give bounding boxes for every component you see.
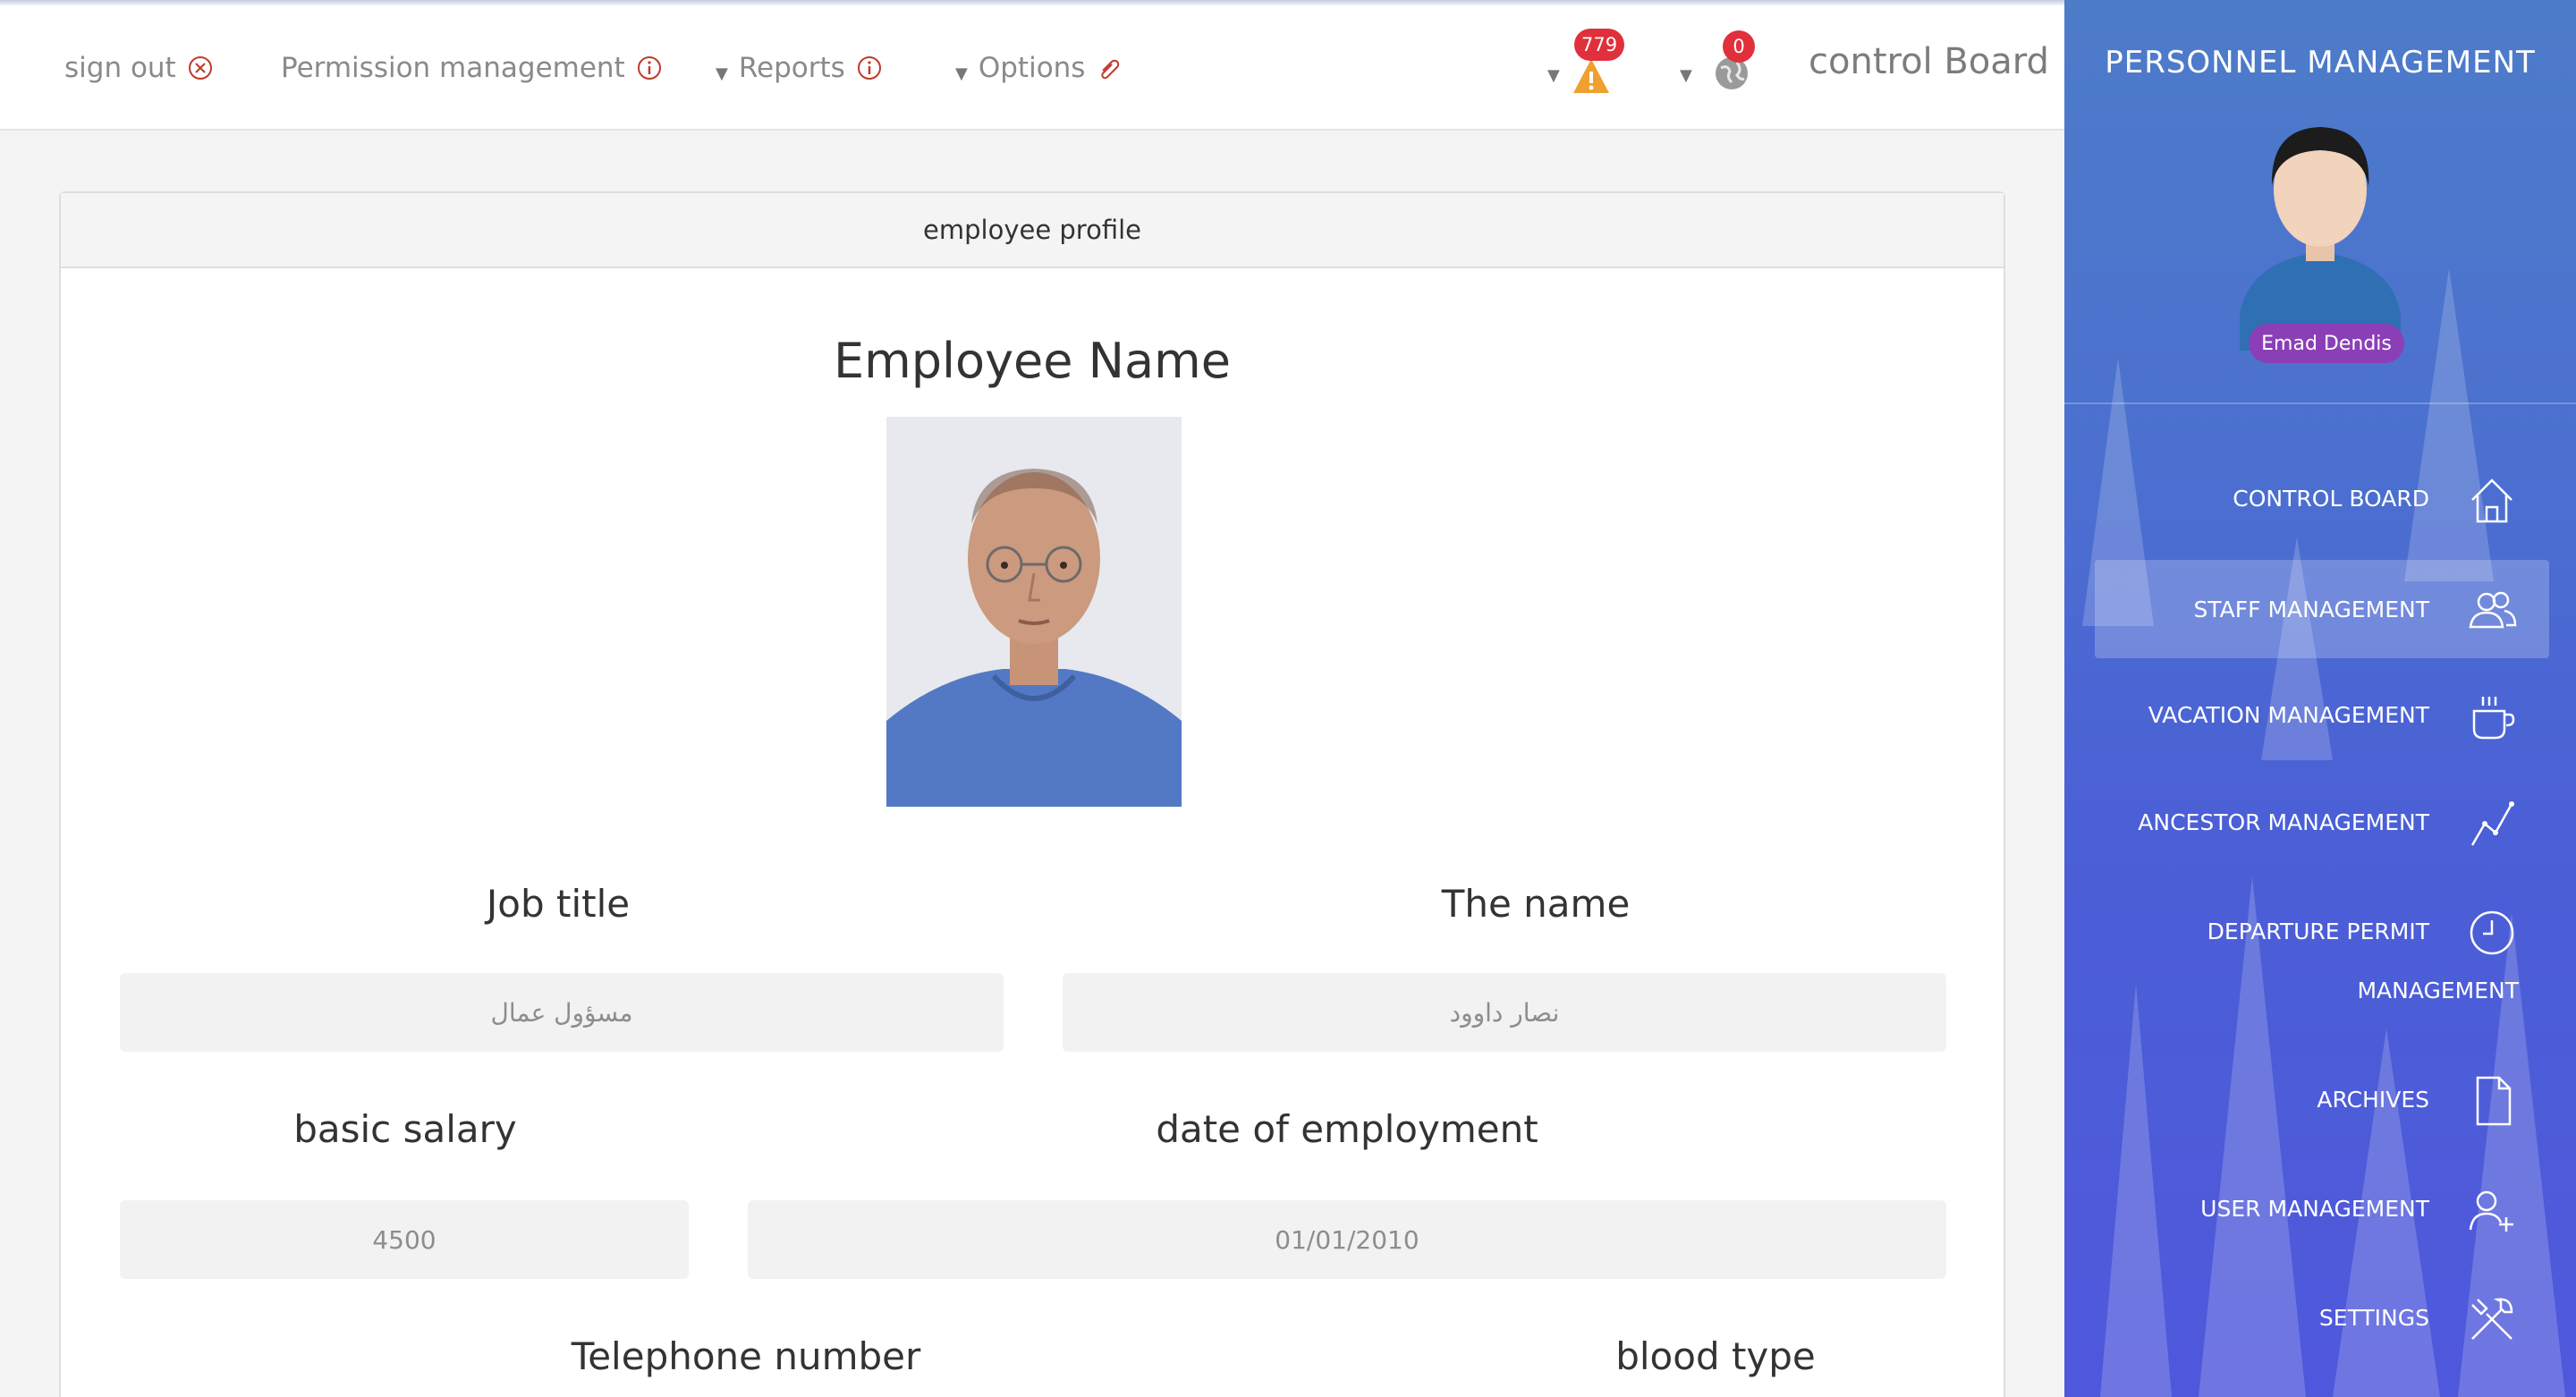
permission-management-label: Permission management — [281, 52, 625, 84]
sidebar-item-archives[interactable]: ARCHIVES — [2095, 1050, 2549, 1148]
info-icon — [637, 56, 661, 80]
sidebar-item-label: SETTINGS — [2318, 1304, 2429, 1331]
messages-notification[interactable]: ▼ 0 — [1680, 30, 1755, 102]
caret-down-icon: ▼ — [716, 64, 728, 83]
sidebar-item-vacation-management[interactable]: VACATION MANAGEMENT — [2095, 665, 2549, 764]
employment-date-input[interactable] — [748, 1200, 1946, 1279]
caret-down-icon: ▼ — [955, 64, 968, 83]
sign-out-label: sign out — [64, 52, 176, 84]
card-title: employee profile — [61, 193, 2004, 268]
sidebar-item-settings[interactable]: SETTINGS — [2095, 1268, 2549, 1367]
caret-down-icon: ▼ — [1680, 66, 1692, 85]
home-icon — [2471, 478, 2512, 523]
top-navbar: sign out Permission management ▼ Reports… — [0, 5, 2064, 131]
sign-out-link[interactable]: sign out — [64, 45, 214, 91]
alerts-badge: 779 — [1574, 29, 1625, 61]
name-input[interactable] — [1063, 973, 1946, 1052]
user-add-icon — [2469, 1190, 2513, 1232]
user-avatar — [2240, 127, 2401, 351]
sidebar: PERSONNEL MANAGEMENT Emad Dendis CONTROL… — [2064, 0, 2576, 1397]
sidebar-divider — [2064, 402, 2576, 404]
user-name-tag[interactable]: Emad Dendis — [2249, 324, 2404, 363]
sidebar-item-label: ANCESTOR MANAGEMENT — [2138, 809, 2429, 835]
sidebar-item-staff-management[interactable]: STAFF MANAGEMENT — [2095, 560, 2549, 658]
sidebar-title: PERSONNEL MANAGEMENT — [2105, 45, 2536, 80]
tools-icon — [2471, 1298, 2513, 1340]
options-label: Options — [978, 52, 1086, 84]
name-label: The name — [1441, 882, 1631, 926]
options-dropdown[interactable]: ▼ Options — [955, 45, 1123, 91]
sidebar-item-user-management[interactable]: USER MANAGEMENT — [2095, 1159, 2549, 1257]
telephone-label: Telephone number — [571, 1334, 921, 1378]
cup-icon — [2472, 697, 2515, 740]
alerts-notification[interactable]: ▼ 779 — [1547, 29, 1625, 102]
users-icon — [2469, 591, 2517, 629]
employee-profile-card: employee profile Employee Name Job title… — [59, 191, 2005, 1397]
employee-photo — [886, 417, 1182, 807]
sidebar-item-label: USER MANAGEMENT — [2200, 1195, 2429, 1222]
blood-type-label: blood type — [1615, 1334, 1816, 1378]
close-circle-icon — [188, 56, 212, 80]
job-title-label: Job title — [486, 882, 631, 926]
messages-badge: 0 — [1723, 30, 1755, 63]
reports-dropdown[interactable]: ▼ Reports — [716, 45, 883, 91]
control-board-title[interactable]: control Board — [1809, 41, 2049, 82]
clock-icon — [2470, 910, 2514, 955]
sidebar-item-label: VACATION MANAGEMENT — [2148, 701, 2429, 728]
sidebar-item-departure-permit[interactable]: DEPARTURE PERMIT MANAGEMENT — [2095, 882, 2549, 1016]
employment-date-label: date of employment — [1156, 1107, 1538, 1151]
basic-salary-input[interactable] — [120, 1200, 689, 1279]
sidebar-item-label: CONTROL BOARD — [2233, 485, 2429, 512]
sidebar-item-label: STAFF MANAGEMENT — [2193, 596, 2429, 622]
basic-salary-label: basic salary — [293, 1107, 517, 1151]
employee-name-heading: Employee Name — [834, 333, 1231, 389]
sidebar-item-control-board[interactable]: CONTROL BOARD — [2095, 449, 2549, 547]
permission-management-link[interactable]: Permission management — [281, 45, 663, 91]
document-icon — [2476, 1076, 2512, 1126]
sidebar-item-label: ARCHIVES — [2317, 1086, 2429, 1113]
info-icon — [857, 56, 881, 80]
paperclip-icon — [1101, 59, 1120, 80]
warning-icon — [1573, 59, 1609, 93]
chart-line-icon — [2470, 801, 2514, 846]
caret-down-icon: ▼ — [1547, 66, 1560, 85]
reports-label: Reports — [738, 52, 845, 84]
sidebar-item-ancestor-management[interactable]: ANCESTOR MANAGEMENT — [2095, 773, 2549, 871]
job-title-input[interactable] — [120, 973, 1004, 1052]
